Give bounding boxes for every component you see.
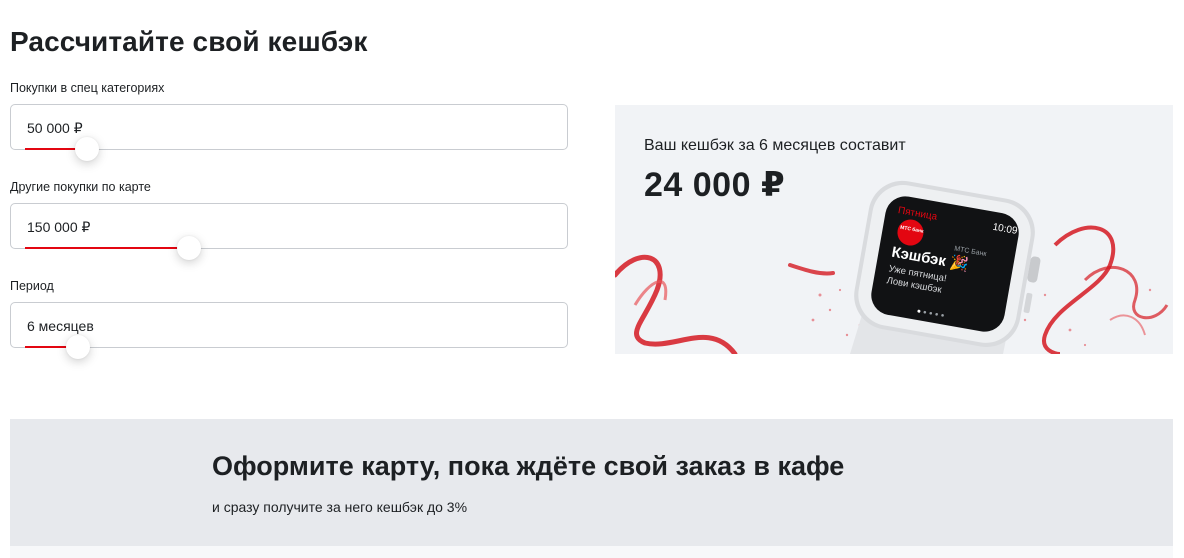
other-purchases-slider-fill bbox=[25, 247, 187, 249]
period-value[interactable]: 6 месяцев bbox=[27, 318, 94, 334]
other-purchases-label: Другие покупки по карте bbox=[10, 180, 151, 194]
apply-card-banner: Оформите карту, пока ждёте свой заказ в … bbox=[10, 419, 1173, 558]
special-purchases-value[interactable]: 50 000 ₽ bbox=[27, 120, 83, 137]
period-slider-handle[interactable] bbox=[66, 335, 90, 359]
cashback-result-amount: 24 000 ₽ bbox=[644, 166, 786, 204]
other-purchases-field[interactable]: 150 000 ₽ bbox=[10, 203, 568, 260]
period-label: Период bbox=[10, 279, 54, 293]
special-purchases-label: Покупки в спец категориях bbox=[10, 81, 165, 95]
cashback-result-text: Ваш кешбэк за 6 месяцев составит bbox=[644, 137, 906, 154]
special-purchases-slider-handle[interactable] bbox=[75, 137, 99, 161]
special-purchases-field[interactable]: 50 000 ₽ bbox=[10, 104, 568, 161]
banner-bottom-strip bbox=[10, 546, 1173, 558]
period-field[interactable]: 6 месяцев bbox=[10, 302, 568, 359]
banner-title: Оформите карту, пока ждёте свой заказ в … bbox=[212, 451, 845, 481]
other-purchases-slider-handle[interactable] bbox=[177, 236, 201, 260]
cashback-result-panel: Пятница 10:09 МТС банк МТС Банк Кэшбэк 🎉… bbox=[615, 105, 1173, 354]
other-purchases-value[interactable]: 150 000 ₽ bbox=[27, 219, 90, 236]
page-title: Рассчитайте свой кешбэк bbox=[10, 26, 368, 57]
banner-subtitle: и сразу получите за него кешбэк до 3% bbox=[212, 499, 468, 515]
